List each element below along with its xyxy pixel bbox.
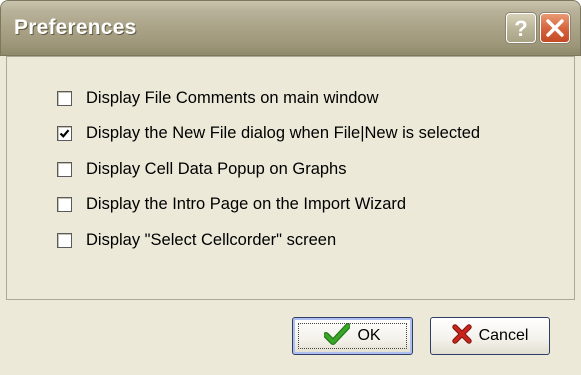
option-intro-page[interactable]: Display the Intro Page on the Import Wiz… — [57, 194, 480, 216]
close-button[interactable] — [540, 13, 570, 43]
title-bar[interactable]: Preferences ? — [0, 0, 581, 56]
option-label: Display File Comments on main window — [86, 88, 379, 107]
preferences-dialog: Preferences ? Display File Comments on m… — [0, 0, 581, 375]
svg-text:?: ? — [514, 16, 527, 41]
option-cell-data-popup[interactable]: Display Cell Data Popup on Graphs — [57, 158, 480, 180]
option-label: Display Cell Data Popup on Graphs — [86, 159, 347, 178]
question-mark-icon: ? — [514, 16, 527, 41]
option-label: Display the Intro Page on the Import Wiz… — [86, 195, 407, 213]
ok-button[interactable]: OK — [292, 317, 413, 355]
close-x-icon — [546, 19, 564, 37]
option-new-file-dialog[interactable]: Display the New File dialog when File|Ne… — [57, 123, 480, 145]
button-bar: OK Cancel — [0, 300, 581, 375]
option-file-comments[interactable]: Display File Comments on main window — [57, 87, 480, 109]
option-label: Display the New File dialog when File|Ne… — [86, 124, 481, 142]
help-button[interactable]: ? — [506, 13, 536, 43]
cancel-button-label: Cancel — [478, 327, 529, 344]
file-comments-checkbox[interactable] — [57, 90, 72, 106]
select-cellcorder-checkbox[interactable] — [57, 232, 72, 248]
new-file-dialog-checkbox[interactable] — [57, 126, 72, 141]
window-title: Preferences — [14, 16, 137, 39]
red-x-icon — [451, 323, 472, 349]
option-select-cellcorder[interactable]: Display "Select Cellcorder" screen — [57, 229, 480, 251]
cell-data-popup-checkbox[interactable] — [57, 161, 72, 177]
focus-indicator — [298, 323, 407, 349]
option-label: Display "Select Cellcorder" screen — [86, 230, 337, 249]
options-panel: Display File Comments on main window Dis… — [6, 56, 575, 300]
cancel-button[interactable]: Cancel — [430, 317, 550, 355]
intro-page-checkbox[interactable] — [57, 197, 72, 212]
checkmark-icon — [59, 129, 70, 138]
options-list: Display File Comments on main window Dis… — [57, 87, 480, 265]
